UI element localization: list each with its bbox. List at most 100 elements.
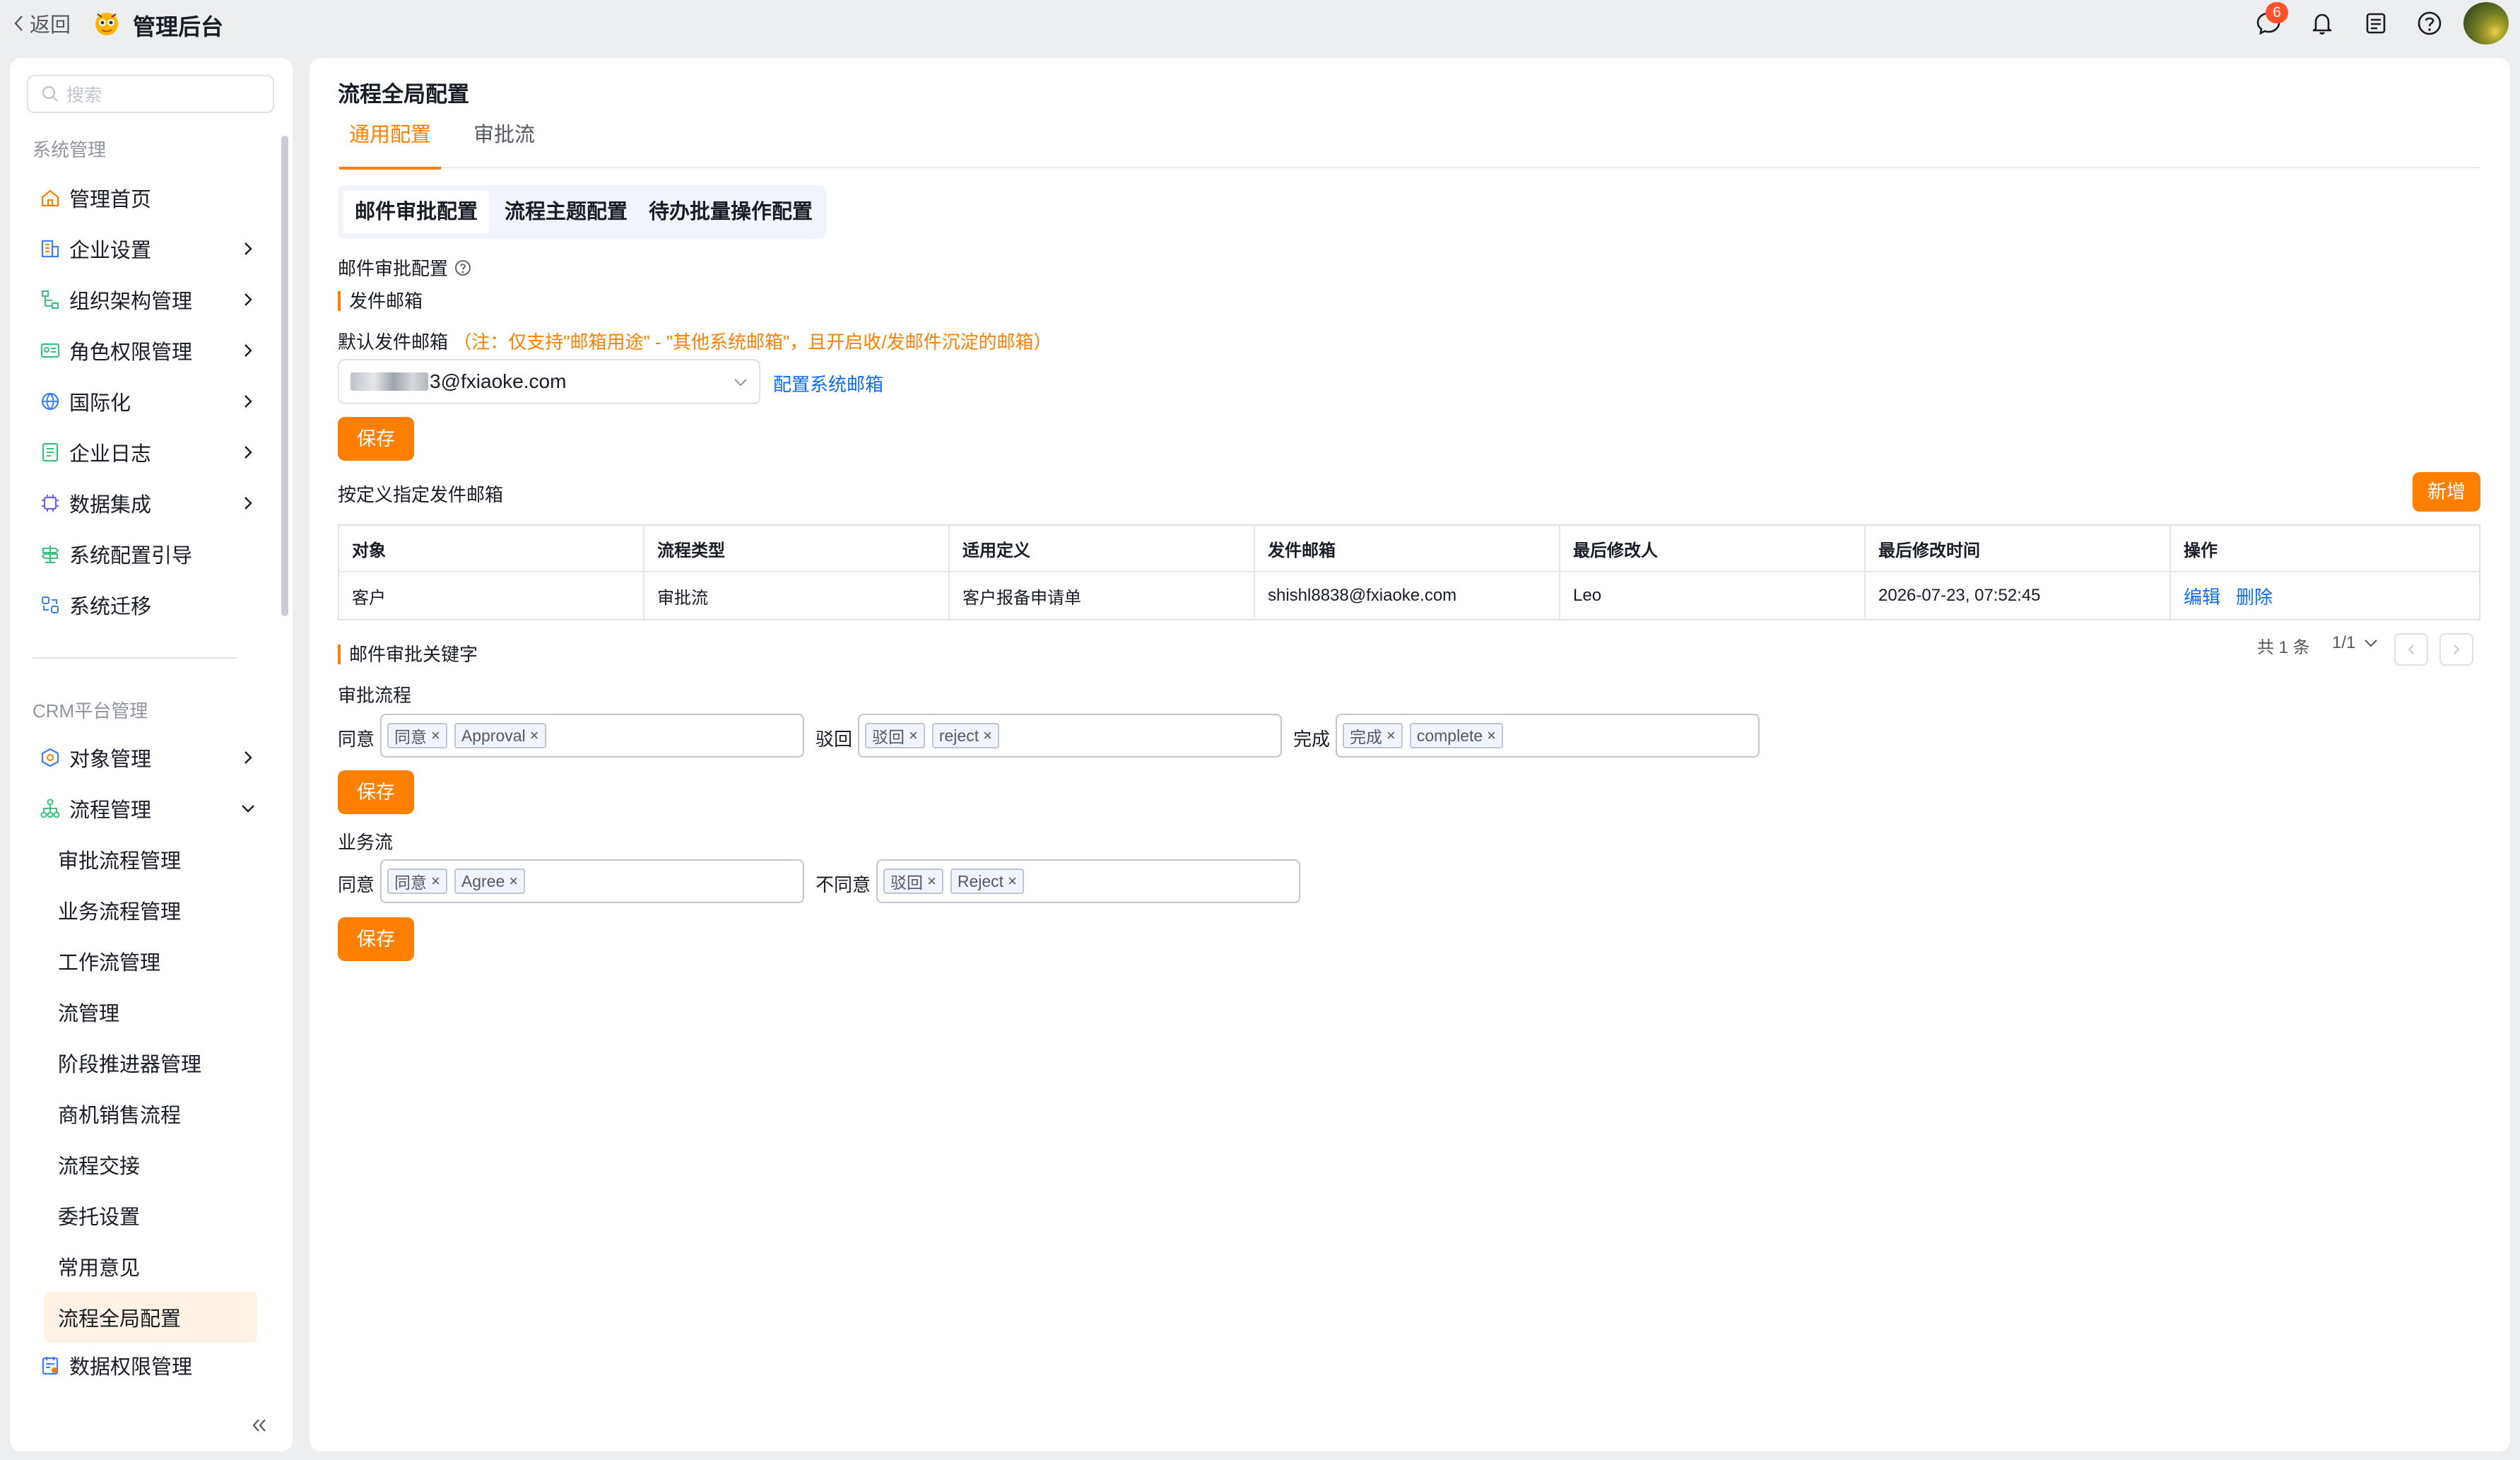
sidebar-item-roles[interactable]: 角色权限管理 xyxy=(25,328,266,373)
sidebar-item-objects[interactable]: 对象管理 xyxy=(25,735,266,780)
add-button[interactable]: 新增 xyxy=(2413,472,2480,512)
sidebar-subitem[interactable]: 业务流程管理 xyxy=(25,885,259,936)
approval-complete-tag-input[interactable]: 完成 × complete × xyxy=(1336,714,1760,758)
document-icon[interactable] xyxy=(2362,9,2390,37)
tag-remove-icon[interactable]: × xyxy=(983,726,992,745)
tag-remove-icon[interactable]: × xyxy=(909,726,918,745)
sidebar-subitem[interactable]: 阶段推进器管理 xyxy=(25,1037,259,1088)
tag-remove-icon[interactable]: × xyxy=(1386,726,1396,745)
avatar[interactable] xyxy=(2463,2,2509,45)
segment-flow-theme[interactable]: 流程主题配置 xyxy=(493,191,639,233)
sidebar-item-flow[interactable]: 流程管理 xyxy=(25,786,266,831)
config-system-mailbox-link[interactable]: 配置系统邮箱 xyxy=(773,370,883,396)
sidebar-item-i18n[interactable]: 国际化 xyxy=(25,379,266,424)
business-agree-tag-input[interactable]: 同意 × Agree × xyxy=(380,859,804,903)
back-button[interactable]: 返回 xyxy=(11,8,71,38)
back-label: 返回 xyxy=(30,14,71,37)
approval-reject-tag-input[interactable]: 驳回 × reject × xyxy=(858,714,1282,758)
business-agree-label: 同意 xyxy=(338,874,375,895)
sidebar-subitem[interactable]: 工作流管理 xyxy=(25,936,259,987)
sidebar-item-home[interactable]: 管理首页 xyxy=(25,175,266,220)
help-icon[interactable] xyxy=(454,259,472,277)
keyword-tag: Reject × xyxy=(950,869,1024,894)
app-title: 管理后台 xyxy=(133,14,224,40)
sidebar-item-label: 流程管理 xyxy=(69,799,152,822)
tag-remove-icon[interactable]: × xyxy=(431,726,440,745)
delete-link[interactable]: 删除 xyxy=(2236,583,2273,609)
tag-text: reject xyxy=(938,726,979,745)
keyword-tag: 同意 × xyxy=(387,869,447,894)
chevron-left-icon xyxy=(14,16,23,31)
sender-table: 对象 流程类型 适用定义 发件邮箱 最后修改人 最后修改时间 操作 客户 审批流… xyxy=(338,524,2480,620)
sidebar-item-label: 组织架构管理 xyxy=(69,290,193,313)
sidebar-item-enterprise[interactable]: 企业设置 xyxy=(25,226,266,271)
collapse-sidebar-icon[interactable] xyxy=(247,1413,271,1437)
sidebar-subitem-active[interactable]: 流程全局配置 xyxy=(44,1292,257,1343)
table-cell: 审批流 xyxy=(644,572,950,619)
keyword-tag: Agree × xyxy=(454,869,526,894)
page-indicator: 1/1 xyxy=(2332,633,2356,652)
group-label-crm: CRM平台管理 xyxy=(33,700,148,722)
edit-link[interactable]: 编辑 xyxy=(2184,583,2220,609)
column-header: 对象 xyxy=(339,526,644,571)
tag-remove-icon[interactable]: × xyxy=(1487,726,1496,745)
column-header: 操作 xyxy=(2184,541,2218,560)
sidebar-subitem[interactable]: 审批流程管理 xyxy=(25,834,259,885)
tag-remove-icon[interactable]: × xyxy=(431,872,440,890)
sidebar-subitem[interactable]: 常用意见 xyxy=(25,1241,259,1292)
sidebar-item-migration[interactable]: 系统迁移 xyxy=(25,582,266,628)
save-approval-keywords-button[interactable]: 保存 xyxy=(338,770,414,814)
next-page-button[interactable] xyxy=(2439,633,2473,666)
tag-remove-icon[interactable]: × xyxy=(530,726,539,745)
tag-text: Approval xyxy=(461,726,526,745)
prev-page-button[interactable] xyxy=(2394,633,2428,666)
save-business-keywords-button[interactable]: 保存 xyxy=(338,917,414,961)
segment-mail-approval[interactable]: 邮件审批配置 xyxy=(343,191,490,233)
keyword-tag: Approval × xyxy=(454,723,546,748)
sidebar-subitem[interactable]: 流程交接 xyxy=(25,1139,259,1190)
sidebar-item-config-guide[interactable]: 系统配置引导 xyxy=(25,531,266,577)
tag-remove-icon[interactable]: × xyxy=(509,872,518,890)
table-header: 对象 流程类型 适用定义 发件邮箱 最后修改人 最后修改时间 操作 xyxy=(339,526,2479,572)
sidebar-item-data-permission[interactable]: 数据权限管理 xyxy=(25,1343,266,1388)
sidebar-subitem[interactable]: 委托设置 xyxy=(25,1190,259,1241)
globe-icon xyxy=(41,392,59,411)
chip-icon xyxy=(42,495,59,512)
table-cell: 2026-07-23, 07:52:45 xyxy=(1866,572,2171,619)
business-disagree-tag-input[interactable]: 驳回 × Reject × xyxy=(876,859,1300,903)
help-icon[interactable] xyxy=(2415,9,2444,37)
pagination-total: 共 1 条 xyxy=(2257,638,2310,657)
search-placeholder: 搜索 xyxy=(66,86,102,105)
chevron-down-icon xyxy=(242,805,254,813)
custom-sender-label: 按定义指定发件邮箱 xyxy=(338,484,504,505)
migrate-icon xyxy=(42,596,59,613)
search-input[interactable]: 搜索 xyxy=(27,75,274,113)
approval-agree-tag-input[interactable]: 同意 × Approval × xyxy=(380,714,804,758)
sidebar-item-label: 系统配置引导 xyxy=(69,545,193,567)
tab-general[interactable]: 通用配置 xyxy=(338,119,442,170)
default-sender-note: （注：仅支持"邮箱用途" - "其他系统邮箱"，且开启收/发邮件沉淀的邮箱） xyxy=(453,331,1052,353)
tag-remove-icon[interactable]: × xyxy=(927,872,936,890)
sidebar-scrollbar[interactable] xyxy=(281,136,288,616)
tag-text: Agree xyxy=(461,871,505,890)
default-sender-select[interactable]: 3@fxiaoke.com xyxy=(338,359,760,404)
save-button[interactable]: 保存 xyxy=(338,417,414,461)
redacted-email-prefix xyxy=(351,372,428,391)
sidebar-subitem[interactable]: 商机销售流程 xyxy=(25,1088,259,1139)
sidebar-item-label: 系统迁移 xyxy=(69,596,152,618)
keyword-section-title: 邮件审批关键字 xyxy=(338,644,478,664)
segment-batch-todo[interactable]: 待办批量操作配置 xyxy=(637,191,824,233)
sidebar-item-logs[interactable]: 企业日志 xyxy=(25,430,266,475)
tag-remove-icon[interactable]: × xyxy=(1008,872,1017,890)
bell-icon[interactable] xyxy=(2308,9,2336,37)
sidebar-item-integration[interactable]: 数据集成 xyxy=(25,481,266,526)
main-panel: 流程全局配置 通用配置 审批流 邮件审批配置 流程主题配置 待办批量操作配置 邮… xyxy=(310,58,2510,1452)
id-card-icon xyxy=(40,343,60,358)
page-size-select[interactable]: 1/1 xyxy=(2332,633,2379,653)
chevron-right-icon xyxy=(245,293,252,306)
chevron-down-icon xyxy=(734,379,747,387)
sidebar-item-org[interactable]: 组织架构管理 xyxy=(25,277,266,322)
sidebar-subitem[interactable]: 流管理 xyxy=(25,987,259,1037)
notification-badge: 6 xyxy=(2266,2,2288,23)
tab-approval-flow[interactable]: 审批流 xyxy=(473,119,535,168)
